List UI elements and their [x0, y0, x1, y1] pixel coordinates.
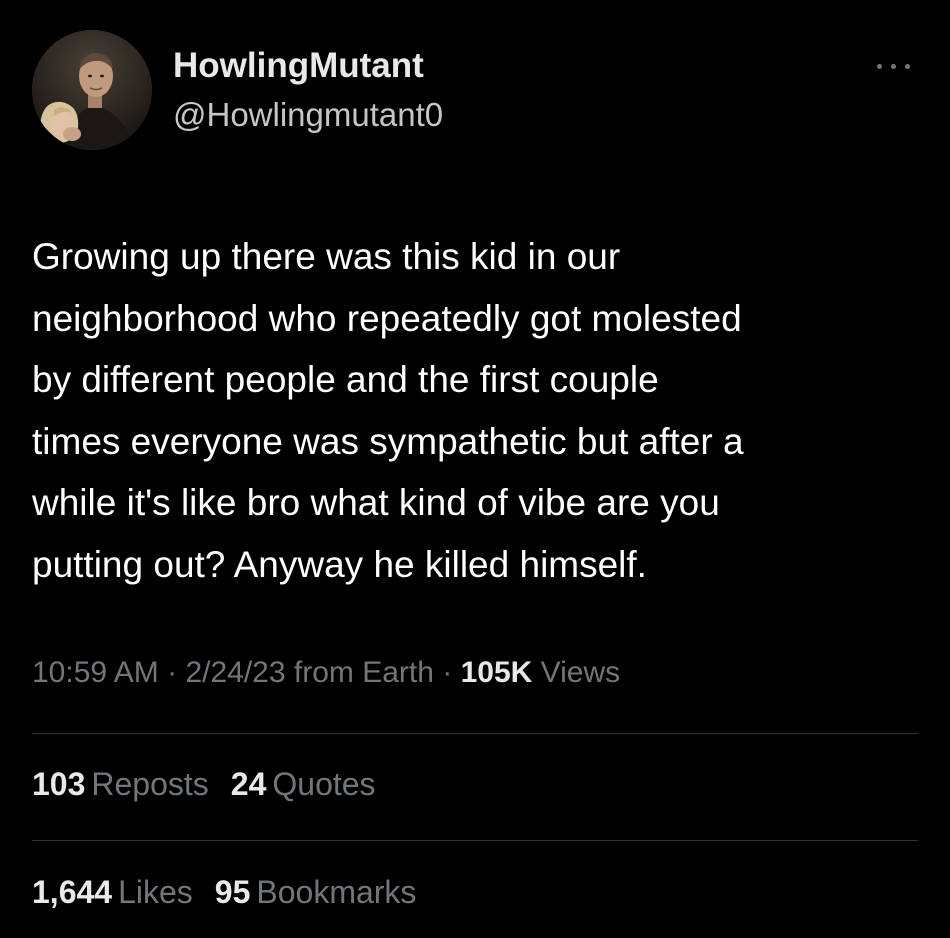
tweet-text-line: times everyone was sympathetic but after…: [32, 420, 744, 462]
quotes-count: 24: [230, 766, 267, 802]
ellipsis-icon: [905, 64, 910, 69]
ellipsis-icon: [877, 64, 882, 69]
bookmarks-count: 95: [214, 874, 251, 910]
display-name[interactable]: HowlingMutant: [173, 46, 424, 86]
tweet-time[interactable]: 10:59 AM: [32, 656, 159, 689]
user-handle[interactable]: @Howlingmutant0: [173, 96, 443, 134]
reposts-count: 103: [32, 766, 86, 802]
bookmarks-label: Bookmarks: [256, 874, 417, 910]
likes-stat[interactable]: 1,644 Likes: [32, 874, 193, 911]
reposts-stat[interactable]: 103 Reposts: [32, 766, 209, 803]
engagement-stats-likes-bookmarks: 1,644 Likes 95 Bookmarks: [32, 874, 438, 911]
tweet-card: HowlingMutant @Howlingmutant0 Growing up…: [0, 0, 950, 938]
quotes-stat[interactable]: 24 Quotes: [231, 766, 376, 803]
tweet-text-line: putting out? Anyway he killed himself.: [32, 543, 647, 585]
tweet-date[interactable]: 2/24/23: [185, 656, 285, 689]
likes-label: Likes: [118, 874, 193, 910]
more-options-button[interactable]: [873, 58, 915, 74]
views-label: Views: [532, 656, 621, 689]
tweet-text-line: by different people and the first couple: [32, 359, 659, 400]
quotes-label: Quotes: [272, 766, 376, 802]
tweet-text-line: while it's like bro what kind of vibe ar…: [32, 482, 720, 523]
divider: [32, 733, 918, 734]
tweet-text-line: Growing up there was this kid in our: [32, 236, 621, 277]
divider: [32, 840, 918, 841]
tweet-metadata: 10:59 AM · 2/24/23 from Earth · 105K Vie…: [32, 656, 620, 690]
bookmarks-stat[interactable]: 95 Bookmarks: [215, 874, 417, 911]
avatar[interactable]: [32, 30, 152, 150]
profile-photo-icon: [32, 30, 152, 150]
engagement-stats-reposts-quotes: 103 Reposts 24 Quotes: [32, 766, 398, 803]
likes-count: 1,644: [32, 874, 113, 910]
ellipsis-icon: [891, 64, 896, 69]
tweet-text-line: neighborhood who repeatedly got molested: [32, 297, 742, 339]
reposts-label: Reposts: [91, 766, 209, 802]
views-count: 105K: [460, 656, 533, 689]
tweet-text: Growing up there was this kid in our nei…: [32, 226, 932, 595]
separator-dot: ·: [433, 656, 461, 689]
tweet-source: from Earth: [285, 656, 434, 689]
separator-dot: ·: [158, 656, 186, 689]
